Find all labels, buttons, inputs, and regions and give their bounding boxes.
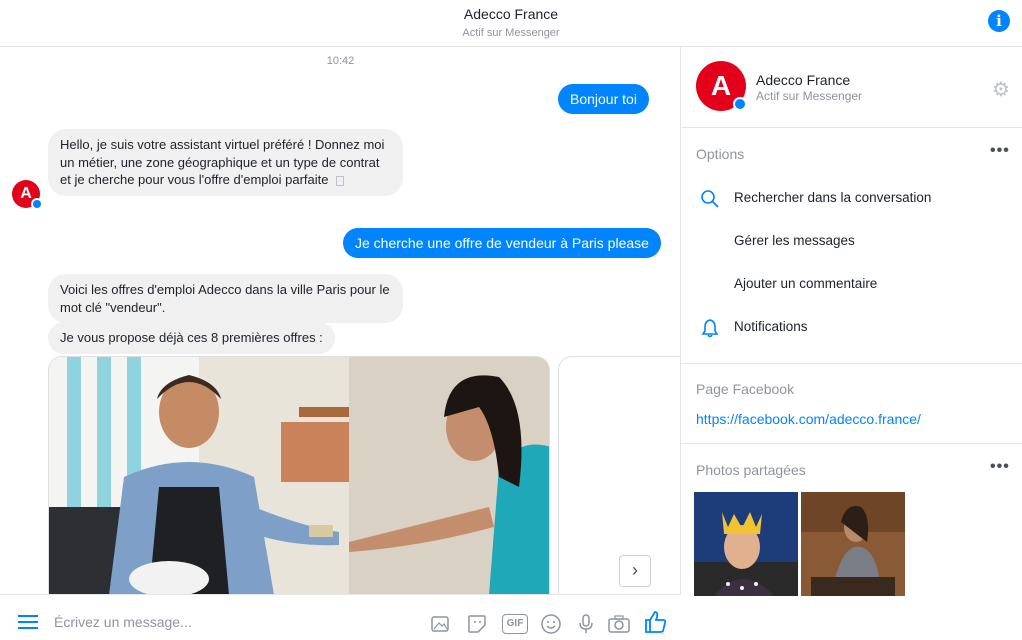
shared-photo-image	[801, 492, 905, 596]
option-notifications[interactable]: Notifications	[734, 319, 808, 334]
photos-more-icon[interactable]: •••	[990, 458, 1010, 476]
option-search-conversation[interactable]: Rechercher dans la conversation	[734, 190, 931, 205]
contact-status: Actif sur Messenger	[756, 89, 863, 103]
info-icon[interactable]: i	[988, 10, 1010, 32]
messenger-badge-icon	[31, 198, 43, 210]
sticker-icon[interactable]	[465, 612, 489, 636]
microphone-icon[interactable]	[574, 612, 598, 636]
shared-photo[interactable]	[801, 492, 905, 596]
messenger-badge-icon	[733, 97, 747, 111]
gif-icon[interactable]: GIF	[502, 614, 528, 634]
header-title: Adecco France	[463, 6, 559, 22]
divider	[682, 443, 1022, 444]
message-incoming[interactable]: Je vous propose déjà ces 8 premières off…	[48, 322, 335, 354]
search-icon	[701, 190, 719, 208]
bot-avatar[interactable]: A	[12, 180, 43, 210]
message-outgoing[interactable]: Je cherche une offre de vendeur à Paris …	[343, 228, 661, 258]
gear-icon[interactable]: ⚙	[992, 77, 1010, 102]
carousel-next-button[interactable]: ›	[619, 555, 651, 587]
options-more-icon[interactable]: •••	[990, 142, 1010, 160]
like-thumbs-up-icon[interactable]	[643, 609, 667, 633]
message-input[interactable]: Écrivez un message...	[54, 614, 192, 630]
emoji-placeholder-icon	[336, 175, 345, 186]
message-outgoing[interactable]: Bonjour toi	[558, 84, 649, 114]
composer: Écrivez un message... GIF	[0, 594, 681, 640]
header-status: Actif sur Messenger	[462, 27, 560, 39]
message-incoming[interactable]: Hello, je suis votre assistant virtuel p…	[48, 129, 403, 196]
facebook-page-link[interactable]: https://facebook.com/adecco.france/	[696, 411, 921, 427]
option-add-comment[interactable]: Ajouter un commentaire	[734, 276, 877, 291]
shared-photos-title: Photos partagées	[696, 462, 806, 478]
option-manage-messages[interactable]: Gérer les messages	[734, 233, 855, 248]
camera-icon[interactable]	[607, 612, 631, 636]
divider	[682, 363, 1022, 364]
page-facebook-title: Page Facebook	[696, 381, 795, 397]
divider	[682, 127, 1022, 128]
shared-photo[interactable]	[694, 492, 798, 596]
emoji-icon[interactable]	[539, 612, 563, 636]
message-incoming[interactable]: Voici les offres d'emploi Adecco dans la…	[48, 274, 403, 323]
shared-photo-image	[694, 492, 798, 596]
bell-icon	[701, 319, 719, 338]
image-upload-icon[interactable]	[428, 612, 452, 636]
job-offer-card[interactable]	[48, 356, 550, 594]
options-title: Options	[696, 146, 745, 162]
timestamp: 10:42	[326, 55, 355, 67]
conversation-header: Adecco France Actif sur Messenger i	[0, 0, 1022, 47]
menu-icon[interactable]	[18, 614, 38, 630]
job-offer-image	[49, 357, 549, 594]
message-list[interactable]: 10:42 Bonjour toi Hello, je suis votre a…	[0, 47, 681, 594]
conversation-details-panel: A Adecco France Actif sur Messenger ⚙ Op…	[682, 47, 1022, 640]
contact-name[interactable]: Adecco France	[756, 72, 850, 88]
